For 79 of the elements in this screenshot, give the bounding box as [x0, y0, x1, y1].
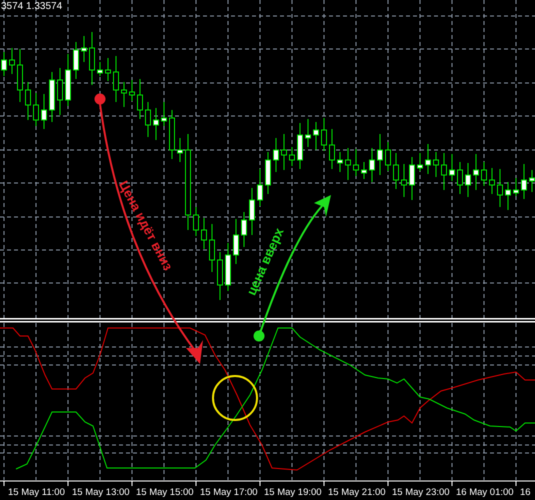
candlestick [81, 36, 87, 62]
candlestick [49, 72, 55, 122]
candlestick [121, 82, 127, 108]
candlestick [233, 218, 239, 264]
candlestick [313, 122, 319, 150]
candlestick [425, 144, 431, 174]
candlestick [161, 102, 167, 126]
candlestick [265, 152, 271, 194]
time-axis-label: 15 May 11:00 [8, 487, 65, 498]
candlestick [345, 148, 351, 180]
candlestick [513, 178, 519, 196]
candlestick [521, 164, 527, 200]
candlestick [201, 218, 207, 250]
price-text: 3574 1.33574 [1, 1, 62, 12]
candlestick [489, 168, 495, 194]
crossing-circle [212, 375, 258, 421]
candlestick [1, 52, 7, 76]
candlestick [369, 148, 375, 182]
candlestick [249, 188, 255, 236]
candlestick [241, 212, 247, 248]
time-axis-label: 15 May 23:00 [392, 487, 450, 498]
time-axis-label: 15 May 15:00 [136, 487, 194, 498]
annotation-text: цена вверх [244, 226, 287, 298]
candlestick [321, 118, 327, 152]
candlestick [465, 162, 471, 198]
candlestick [137, 78, 143, 120]
candlestick [105, 58, 111, 82]
candlestick [193, 206, 199, 236]
candlestick [297, 122, 303, 170]
candlestick [529, 170, 535, 192]
candlestick [17, 48, 23, 102]
candlestick [97, 62, 103, 76]
candlestick [417, 152, 423, 172]
time-axis-label: 16 May 01:00 [456, 487, 514, 498]
candlestick [217, 252, 223, 300]
candlestick [145, 102, 151, 138]
candlestick [361, 162, 367, 180]
time-axis-label: 15 May 17:00 [200, 487, 258, 498]
candlestick [433, 152, 439, 178]
candlestick [449, 154, 455, 182]
candlestick [89, 32, 95, 86]
candlestick [377, 134, 383, 176]
candlestick [441, 152, 447, 190]
time-axis-label: 15 May 21:00 [328, 487, 386, 498]
candlestick [225, 242, 231, 292]
candlestick [9, 48, 15, 74]
candlestick [337, 152, 343, 172]
candlestick [505, 182, 511, 210]
candlestick [153, 108, 159, 140]
candlestick [457, 162, 463, 194]
candlestick [401, 164, 407, 198]
candlestick [289, 146, 295, 166]
candlestick [169, 110, 175, 160]
time-axis-label: 16 [520, 487, 531, 498]
candlestick [257, 168, 263, 206]
candlestick [33, 92, 39, 126]
candlestick [273, 138, 279, 172]
candlestick [329, 128, 335, 170]
candlestick [177, 138, 183, 162]
candlestick [57, 68, 63, 116]
time-axis-label: 15 May 19:00 [264, 487, 322, 498]
candlestick [25, 82, 31, 120]
candlestick [393, 152, 399, 190]
candlestick [385, 142, 391, 172]
candlestick [113, 56, 119, 102]
candlestick [497, 168, 503, 208]
candlestick [65, 54, 71, 106]
candlestick [209, 224, 215, 272]
candlestick [473, 154, 479, 190]
candlestick [409, 156, 415, 200]
candlestick [73, 42, 79, 80]
time-axis-label: 15 May 13:00 [72, 487, 130, 498]
annotation-text: Цена идёт вниз [116, 178, 176, 273]
candlestick [281, 134, 287, 170]
candlestick [41, 94, 47, 130]
candlestick [129, 80, 135, 102]
candlestick [353, 148, 359, 176]
candlestick [481, 162, 487, 186]
candlestick [305, 118, 311, 148]
